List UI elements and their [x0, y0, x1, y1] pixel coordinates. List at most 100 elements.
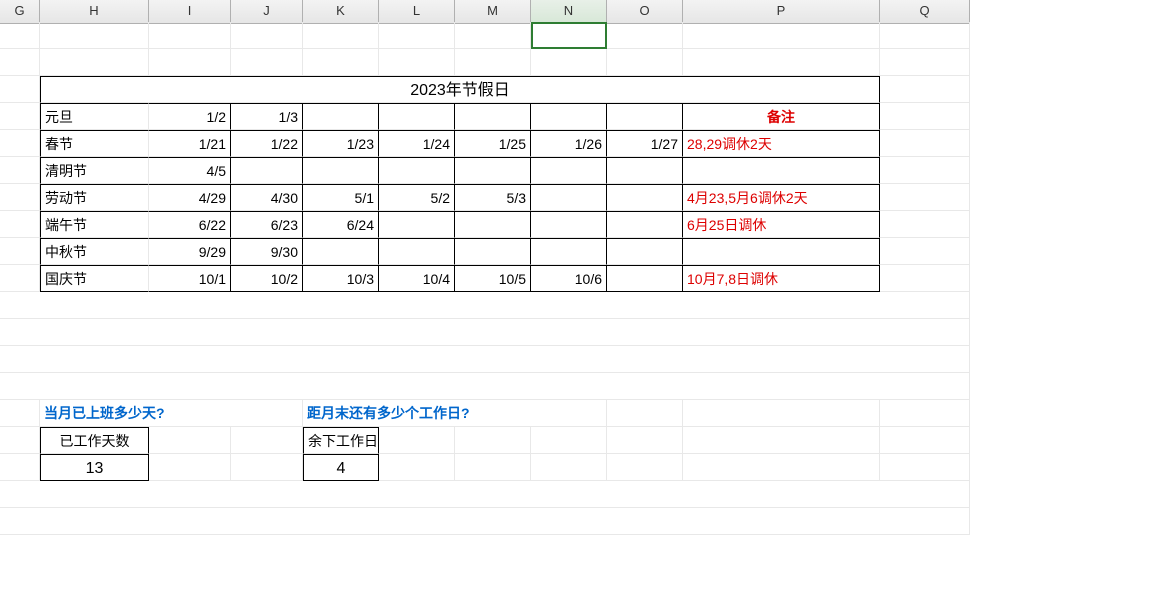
holiday-date[interactable]: 1/24: [379, 130, 455, 157]
cell[interactable]: [0, 184, 40, 211]
colhdr-Q[interactable]: Q: [880, 0, 970, 24]
holiday-date[interactable]: 1/21: [149, 130, 231, 157]
holiday-date[interactable]: [455, 238, 531, 265]
cell[interactable]: [455, 454, 531, 481]
cell[interactable]: [607, 22, 683, 49]
holiday-date[interactable]: 4/29: [149, 184, 231, 211]
remaining-days-label[interactable]: 余下工作日: [303, 427, 379, 454]
holiday-date[interactable]: 6/22: [149, 211, 231, 238]
cell[interactable]: [607, 454, 683, 481]
cell[interactable]: [0, 508, 970, 535]
cell[interactable]: [0, 103, 40, 130]
holiday-date[interactable]: [303, 238, 379, 265]
colhdr-J[interactable]: J: [231, 0, 303, 24]
cell[interactable]: [149, 454, 231, 481]
cell[interactable]: [455, 427, 531, 454]
holiday-date[interactable]: [607, 238, 683, 265]
cell[interactable]: [379, 22, 455, 49]
holiday-date[interactable]: 10/3: [303, 265, 379, 292]
cell[interactable]: [0, 76, 40, 103]
cell[interactable]: [231, 454, 303, 481]
colhdr-H[interactable]: H: [40, 0, 149, 24]
holiday-date[interactable]: 9/30: [231, 238, 303, 265]
cell[interactable]: [0, 373, 970, 400]
cell[interactable]: [0, 265, 40, 292]
holiday-date[interactable]: [379, 157, 455, 184]
cell[interactable]: [880, 103, 970, 130]
cell[interactable]: [880, 130, 970, 157]
cell[interactable]: [531, 49, 607, 76]
holiday-date[interactable]: [379, 238, 455, 265]
cell[interactable]: [683, 400, 880, 427]
colhdr-P[interactable]: P: [683, 0, 880, 24]
question-1[interactable]: 当月已上班多少天?: [40, 400, 303, 427]
cell[interactable]: [0, 400, 40, 427]
holiday-date[interactable]: [607, 157, 683, 184]
cell[interactable]: [880, 22, 970, 49]
holiday-date[interactable]: [455, 157, 531, 184]
cell[interactable]: [0, 292, 970, 319]
cell[interactable]: [303, 22, 379, 49]
holiday-date[interactable]: [531, 103, 607, 130]
cell[interactable]: [149, 22, 231, 49]
cell[interactable]: [0, 22, 40, 49]
cell[interactable]: [607, 427, 683, 454]
holiday-date[interactable]: [455, 103, 531, 130]
cell[interactable]: [880, 454, 970, 481]
question-2[interactable]: 距月末还有多少个工作日?: [303, 400, 607, 427]
cell[interactable]: [0, 211, 40, 238]
cell[interactable]: [880, 265, 970, 292]
holiday-date[interactable]: 1/25: [455, 130, 531, 157]
holiday-name[interactable]: 清明节: [40, 157, 149, 184]
cell[interactable]: [40, 49, 149, 76]
cell[interactable]: [683, 49, 880, 76]
colhdr-M[interactable]: M: [455, 0, 531, 24]
holiday-date[interactable]: [607, 265, 683, 292]
holiday-date[interactable]: [231, 157, 303, 184]
holiday-date[interactable]: 1/27: [607, 130, 683, 157]
cell[interactable]: [0, 454, 40, 481]
cell[interactable]: [0, 481, 970, 508]
holiday-date[interactable]: 4/5: [149, 157, 231, 184]
cell[interactable]: [231, 49, 303, 76]
holiday-date[interactable]: [607, 184, 683, 211]
holiday-date[interactable]: 6/24: [303, 211, 379, 238]
cell[interactable]: [303, 49, 379, 76]
cell[interactable]: [379, 49, 455, 76]
colhdr-G[interactable]: G: [0, 0, 40, 24]
remark-header[interactable]: 备注: [683, 103, 880, 130]
holiday-date[interactable]: [303, 157, 379, 184]
cell[interactable]: [607, 49, 683, 76]
cell[interactable]: [0, 238, 40, 265]
cell[interactable]: [880, 49, 970, 76]
colhdr-I[interactable]: I: [149, 0, 231, 24]
holiday-date[interactable]: 10/6: [531, 265, 607, 292]
holiday-date[interactable]: 1/3: [231, 103, 303, 130]
holiday-date[interactable]: 1/23: [303, 130, 379, 157]
holiday-remark[interactable]: 4月23,5月6调休2天: [683, 184, 880, 211]
cell[interactable]: [880, 427, 970, 454]
holiday-date[interactable]: 1/26: [531, 130, 607, 157]
holiday-remark[interactable]: [683, 157, 880, 184]
holiday-date[interactable]: 10/1: [149, 265, 231, 292]
holiday-date[interactable]: 6/23: [231, 211, 303, 238]
holiday-date[interactable]: 1/2: [149, 103, 231, 130]
cell[interactable]: [0, 427, 40, 454]
cell[interactable]: [149, 49, 231, 76]
holiday-date[interactable]: 9/29: [149, 238, 231, 265]
holiday-remark[interactable]: [683, 238, 880, 265]
holiday-date[interactable]: 10/2: [231, 265, 303, 292]
holiday-date[interactable]: 10/5: [455, 265, 531, 292]
holiday-name[interactable]: 春节: [40, 130, 149, 157]
holiday-remark[interactable]: 10月7,8日调休: [683, 265, 880, 292]
cell[interactable]: [149, 427, 231, 454]
holiday-date[interactable]: [455, 211, 531, 238]
holiday-remark[interactable]: 6月25日调休: [683, 211, 880, 238]
holiday-date[interactable]: [379, 103, 455, 130]
cell[interactable]: [0, 346, 970, 373]
cell[interactable]: [880, 184, 970, 211]
cell[interactable]: [379, 427, 455, 454]
cell[interactable]: [455, 22, 531, 49]
cell[interactable]: [880, 400, 970, 427]
holiday-date[interactable]: [531, 238, 607, 265]
